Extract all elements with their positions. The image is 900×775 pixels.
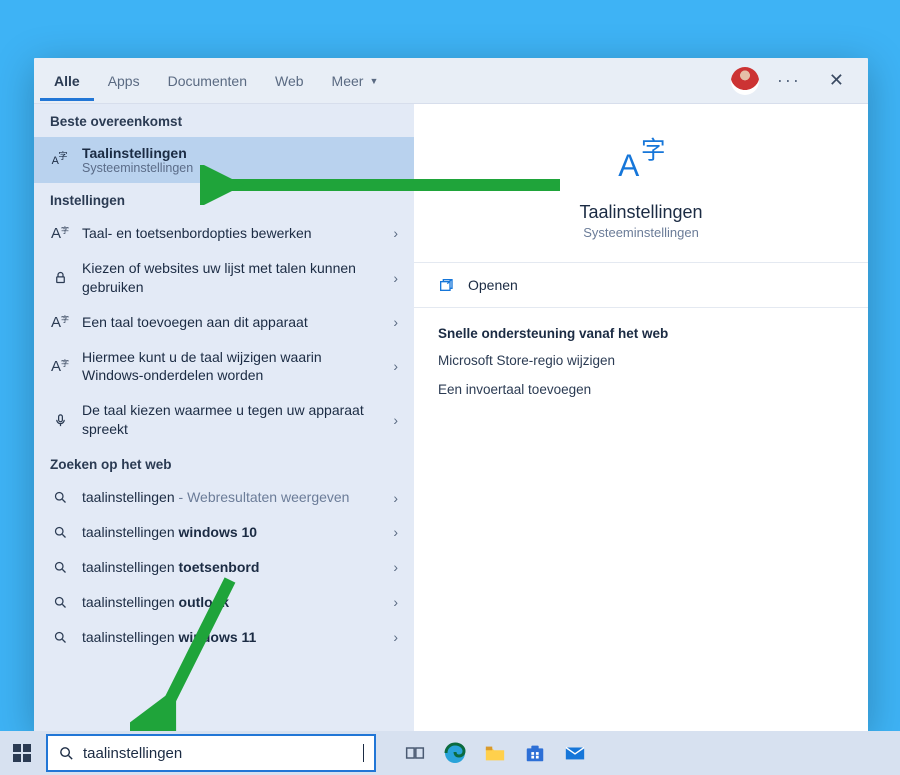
settings-result-label: Kiezen of websites uw lijst met talen ku…	[82, 259, 381, 297]
chevron-right-icon: ›	[393, 490, 398, 506]
settings-result[interactable]: Kiezen of websites uw lijst met talen ku…	[34, 251, 414, 305]
result-title: Taalinstellingen	[82, 145, 398, 161]
file-explorer-icon[interactable]	[482, 740, 508, 766]
tab-web[interactable]: Web	[261, 61, 318, 101]
microphone-icon	[50, 413, 70, 428]
search-tabs: Alle Apps Documenten Web Meer ▼ ··· ✕	[34, 58, 868, 104]
web-result[interactable]: taalinstellingen - Webresultaten weergev…	[34, 480, 414, 515]
task-view-icon[interactable]	[402, 740, 428, 766]
support-link[interactable]: Een invoertaal toevoegen	[438, 382, 844, 397]
settings-result-label: Hiermee kunt u de taal wijzigen waarin W…	[82, 348, 381, 386]
web-result[interactable]: taalinstellingen outlook ›	[34, 585, 414, 620]
chevron-right-icon: ›	[393, 225, 398, 241]
search-icon	[50, 560, 70, 575]
chevron-down-icon: ▼	[369, 76, 378, 86]
mail-icon[interactable]	[562, 740, 588, 766]
detail-pane: A 字 Taalinstellingen Systeeminstellingen…	[414, 104, 868, 731]
section-web: Zoeken op het web	[34, 447, 414, 480]
support-link[interactable]: Microsoft Store-regio wijzigen	[438, 353, 844, 368]
web-result[interactable]: taalinstellingen toetsenbord ›	[34, 550, 414, 585]
support-heading: Snelle ondersteuning vanaf het web	[438, 326, 844, 341]
settings-result[interactable]: A字 Hiermee kunt u de taal wijzigen waari…	[34, 340, 414, 394]
svg-text:A: A	[618, 147, 639, 183]
tab-documents[interactable]: Documenten	[154, 61, 261, 101]
svg-text:字: 字	[58, 150, 67, 161]
tab-all[interactable]: Alle	[40, 61, 94, 101]
chevron-right-icon: ›	[393, 412, 398, 428]
chevron-right-icon: ›	[393, 314, 398, 330]
settings-result-label: De taal kiezen waarmee u tegen uw appara…	[82, 401, 381, 439]
open-label: Openen	[468, 277, 518, 293]
web-result[interactable]: taalinstellingen windows 11 ›	[34, 620, 414, 655]
open-action[interactable]: Openen	[414, 262, 868, 308]
chevron-right-icon: ›	[393, 524, 398, 540]
tab-more-label: Meer	[332, 73, 364, 89]
search-icon	[50, 595, 70, 610]
tab-apps[interactable]: Apps	[94, 61, 154, 101]
taskbar	[0, 731, 900, 775]
search-input[interactable]	[83, 745, 363, 762]
lock-icon	[50, 270, 70, 285]
text-cursor	[363, 744, 364, 762]
section-best-match: Beste overeenkomst	[34, 104, 414, 137]
chevron-right-icon: ›	[393, 559, 398, 575]
language-small-icon: A字	[50, 358, 70, 375]
language-small-icon: A字	[50, 225, 70, 242]
settings-result-label: Een taal toevoegen aan dit apparaat	[82, 313, 381, 332]
settings-result[interactable]: De taal kiezen waarmee u tegen uw appara…	[34, 393, 414, 447]
language-icon: A 字	[50, 148, 70, 172]
open-icon	[438, 277, 454, 293]
chevron-right-icon: ›	[393, 270, 398, 286]
taskbar-search[interactable]	[46, 734, 376, 772]
result-best-match[interactable]: A 字 Taalinstellingen Systeeminstellingen	[34, 137, 414, 183]
chevron-right-icon: ›	[393, 358, 398, 374]
settings-result[interactable]: A字 Taal- en toetsenbordopties bewerken ›	[34, 216, 414, 251]
more-options-button[interactable]: ···	[769, 70, 809, 91]
results-list: Beste overeenkomst A 字 Taalinstellingen …	[34, 104, 414, 731]
settings-result[interactable]: A字 Een taal toevoegen aan dit apparaat ›	[34, 305, 414, 340]
web-result[interactable]: taalinstellingen windows 10 ›	[34, 515, 414, 550]
detail-subtitle: Systeeminstellingen	[583, 225, 699, 240]
edge-icon[interactable]	[442, 740, 468, 766]
avatar[interactable]	[731, 67, 759, 95]
search-panel: Alle Apps Documenten Web Meer ▼ ··· ✕ Be…	[34, 58, 868, 731]
search-icon	[58, 745, 75, 762]
microsoft-store-icon[interactable]	[522, 740, 548, 766]
section-settings: Instellingen	[34, 183, 414, 216]
detail-title: Taalinstellingen	[579, 202, 702, 223]
language-hero-icon: A 字	[613, 132, 669, 188]
svg-text:字: 字	[641, 136, 666, 164]
language-small-icon: A字	[50, 314, 70, 331]
start-button[interactable]	[0, 731, 44, 775]
search-icon	[50, 630, 70, 645]
search-icon	[50, 490, 70, 505]
chevron-right-icon: ›	[393, 629, 398, 645]
tab-more[interactable]: Meer ▼	[318, 61, 393, 101]
chevron-right-icon: ›	[393, 594, 398, 610]
search-icon	[50, 525, 70, 540]
close-button[interactable]: ✕	[819, 70, 854, 91]
settings-result-label: Taal- en toetsenbordopties bewerken	[82, 224, 381, 243]
result-subtitle: Systeeminstellingen	[82, 161, 398, 175]
